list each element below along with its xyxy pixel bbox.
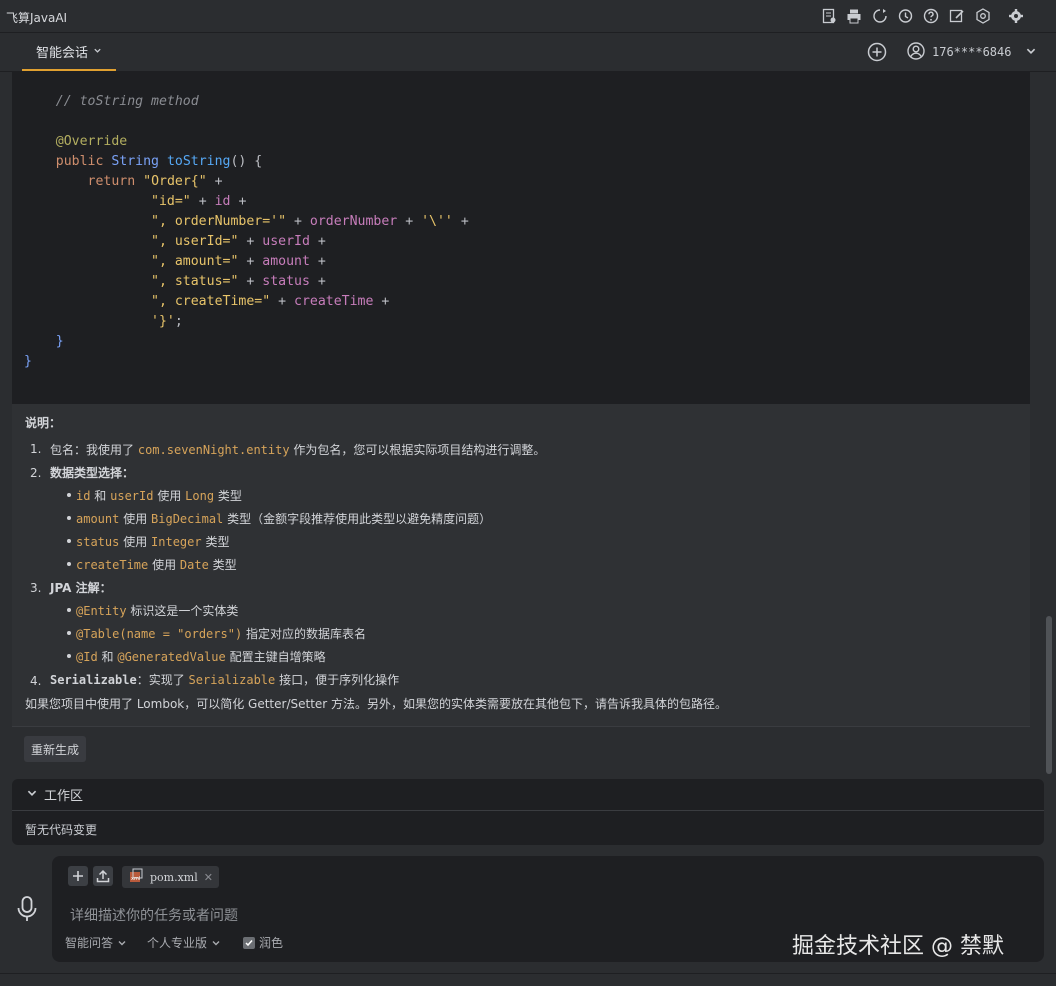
printer-icon[interactable] [845,7,863,25]
document-icon[interactable] [820,7,838,25]
list-item: @Table(name = "orders") 指定对应的数据库表名 [76,627,367,641]
svg-text:xml: xml [131,876,140,882]
explanation-section: 说明： 1. 包名：我使用了 com.sevenNight.entity 作为包… [12,404,1030,726]
plus-circle-icon [867,42,887,62]
list-item: createTime 使用 Date 类型 [76,558,237,572]
settings-hex-icon[interactable] [974,7,992,25]
chevron-down-icon [93,44,102,59]
chevron-down-icon [26,787,38,802]
tab-smart-chat-label: 智能会话 [35,45,88,61]
code-block: // toString method @Override public Stri… [12,72,1030,404]
mode-dropdown-label: 智能问答 [65,936,114,950]
user-menu[interactable]: 176****6846 [906,41,1037,63]
workspace-title: 工作区 [44,789,84,804]
tab-smart-chat[interactable]: 智能会话 [22,33,116,71]
sync-icon[interactable] [871,7,889,25]
workspace-panel: 工作区 暂无代码变更 [12,779,1044,845]
chevron-down-icon [212,940,220,945]
user-name: 176****6846 [932,45,1012,59]
list-number: 4. [30,674,42,688]
list-item: 数据类型选择： [50,466,135,480]
attached-file-chip[interactable]: xml pom.xml ✕ [122,866,219,888]
user-icon [906,41,926,64]
chevron-down-icon [118,940,126,945]
polish-label: 润色 [259,936,284,950]
list-item: JPA 注解： [50,581,112,595]
code-annotation: @Override [55,134,128,149]
edition-dropdown-label: 个人专业版 [147,936,208,950]
bullet-icon [67,631,71,635]
code-content: // toString method @Override public Stri… [24,94,469,369]
close-icon[interactable]: ✕ [204,871,213,884]
upload-icon [96,869,110,883]
code-type: String [111,154,159,169]
message-actions: 重新生成 [12,726,1030,768]
add-context-button[interactable] [68,866,88,886]
checkbox-checked-icon [243,936,255,949]
edit-icon[interactable] [948,7,966,25]
list-number: 2. [30,466,42,480]
list-item: 包名：我使用了 com.sevenNight.entity 作为包名，您可以根据… [50,443,546,457]
tab-bar: 智能会话 176****6846 [0,33,1056,72]
workspace-toggle[interactable]: 工作区 [12,779,1044,811]
conversation-panel: // toString method @Override public Stri… [12,72,1030,768]
watermark: 掘金技术社区 @ 禁默 [792,934,1004,959]
microphone-icon [17,896,37,921]
gear-icon[interactable] [1007,7,1025,25]
list-item: Serializable：实现了 Serializable 接口，便于序列化操作 [50,673,400,687]
help-icon[interactable] [922,7,940,25]
attached-file-name: pom.xml [150,870,198,884]
list-number: 1. [30,442,42,456]
title-bar: 飞算JavaAI [0,0,1056,33]
app-title: 飞算JavaAI [6,11,68,25]
microphone-button[interactable] [14,894,40,924]
explanation-footer: 如果您项目中使用了 Lombok，可以简化 Getter/Setter 方法。另… [25,697,728,711]
code-keyword: return [87,174,136,189]
plus-icon [73,871,83,881]
bullet-icon [67,539,71,543]
bullet-icon [67,562,71,566]
task-input[interactable]: 详细描述你的任务或者问题 [70,905,238,925]
code-comment: // toString method [55,94,199,109]
list-number: 3. [30,581,42,595]
list-item: @Id 和 @GeneratedValue 配置主键自增策略 [76,650,326,664]
bullet-icon [67,516,71,520]
code-keyword: public [55,154,104,169]
upload-button[interactable] [93,866,113,886]
new-chat-button[interactable] [866,41,888,63]
polish-checkbox[interactable]: 润色 [243,934,283,951]
xml-file-icon: xml [128,868,144,887]
list-item: id 和 userId 使用 Long 类型 [76,489,242,503]
scrollbar[interactable] [1046,616,1052,774]
edition-dropdown[interactable]: 个人专业版 [147,934,221,951]
list-item: @Entity 标识这是一个实体类 [76,604,239,618]
workspace-empty-text: 暂无代码变更 [25,823,98,837]
list-item: amount 使用 BigDecimal 类型（金额字段推荐使用此类型以避免精度… [76,512,492,526]
chevron-down-icon [1025,45,1037,60]
code-function: toString [166,154,231,169]
explanation-heading: 说明： [25,416,62,430]
status-strip [0,973,1056,986]
bullet-icon [67,608,71,612]
mode-dropdown[interactable]: 智能问答 [65,934,127,951]
list-item: status 使用 Integer 类型 [76,535,230,549]
bullet-icon [67,493,71,497]
bullet-icon [67,654,71,658]
history-icon[interactable] [896,7,914,25]
regenerate-button[interactable]: 重新生成 [24,736,87,762]
